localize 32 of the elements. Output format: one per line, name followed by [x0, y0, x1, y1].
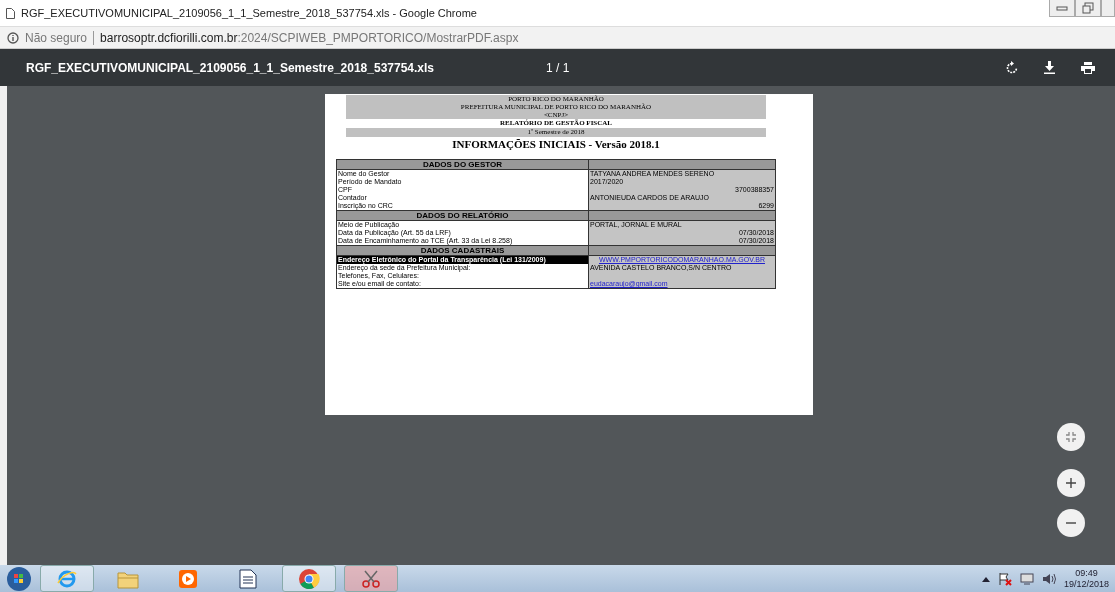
- security-label: Não seguro: [25, 30, 88, 45]
- start-button[interactable]: [6, 565, 32, 592]
- flag-icon[interactable]: [997, 571, 1012, 586]
- speaker-icon[interactable]: [1041, 572, 1056, 585]
- print-icon[interactable]: [1081, 61, 1095, 74]
- section-heading: DADOS DO GESTOR: [336, 159, 589, 170]
- document-title: INFORMAÇÕES INICIAIS - Versão 2018.1: [451, 137, 661, 151]
- file-name: RGF_EXECUTIVOMUNICIPAL_2109056_1_1_Semestre_2018_537754.xls: [26, 60, 436, 75]
- plus-icon: [1065, 477, 1077, 489]
- section-heading: DADOS DO RELATÓRIO: [336, 210, 589, 221]
- url-text[interactable]: barrosoptr.dcfiorilli.com.br:2024/SCPIWEB_PMPORTORICO/MostrarPDF.aspx: [100, 30, 519, 45]
- restore-icon: [1082, 2, 1094, 14]
- zoom-in-button[interactable]: [1057, 469, 1085, 497]
- zoom-out-button[interactable]: [1057, 509, 1085, 537]
- download-icon[interactable]: [1044, 61, 1055, 74]
- minimize-icon: [1056, 5, 1068, 11]
- page-counter: 1 / 1: [546, 60, 571, 75]
- window-title: RGF_EXECUTIVOMUNICIPAL_2109056_1_1_Semestre_2018_537754.xls - Google Chrome: [21, 7, 477, 19]
- scissors-icon[interactable]: [361, 568, 381, 589]
- restore-button[interactable]: [1075, 0, 1101, 17]
- tray-arrow-icon[interactable]: [981, 575, 990, 582]
- clock-time[interactable]: 09:49: [1063, 567, 1109, 579]
- media-player-icon[interactable]: [178, 568, 198, 589]
- page-icon: [6, 7, 15, 19]
- info-icon[interactable]: [7, 31, 19, 44]
- section-heading: DADOS CADASTRAIS: [336, 245, 589, 256]
- fit-page-icon: [1065, 431, 1077, 443]
- document-icon[interactable]: [239, 568, 257, 589]
- rotate-icon[interactable]: [1006, 61, 1018, 74]
- chrome-icon[interactable]: [298, 567, 320, 590]
- clock-date[interactable]: 19/12/2018: [1063, 578, 1109, 590]
- fit-page-button[interactable]: [1057, 423, 1085, 451]
